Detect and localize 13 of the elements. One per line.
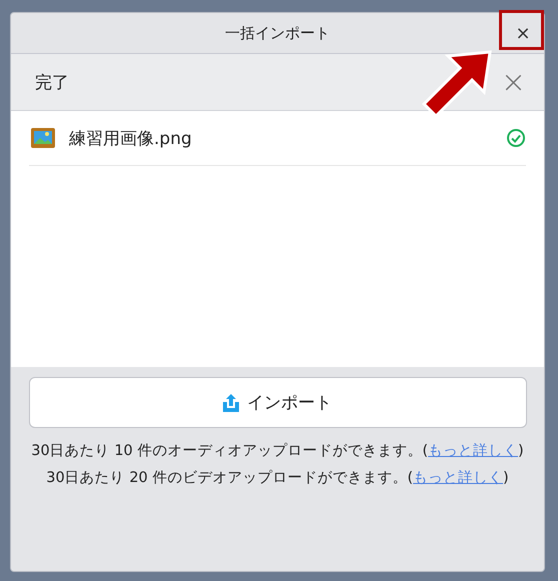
- image-file-icon: [31, 128, 55, 148]
- upload-limit-note: 30日あたり 20 件のビデオアップロードができます。(もっと詳しく): [45, 468, 510, 488]
- highlight-frame: [499, 10, 544, 50]
- upload-icon: [223, 394, 239, 412]
- close-button[interactable]: ×: [508, 19, 538, 47]
- window-title: 一括インポート: [225, 24, 330, 42]
- file-name: 練習用画像.png: [69, 128, 193, 150]
- learn-more-link[interactable]: もっと詳しく: [413, 470, 504, 486]
- learn-more-link[interactable]: もっと詳しく: [428, 443, 518, 459]
- import-button[interactable]: インポート: [28, 377, 526, 428]
- upload-limit-note: 30日あたり 10 件のオーディオアップロードができます。(もっと詳しく): [30, 442, 525, 461]
- close-button[interactable]: ×: [496, 64, 530, 100]
- status-title: 完了: [35, 72, 69, 94]
